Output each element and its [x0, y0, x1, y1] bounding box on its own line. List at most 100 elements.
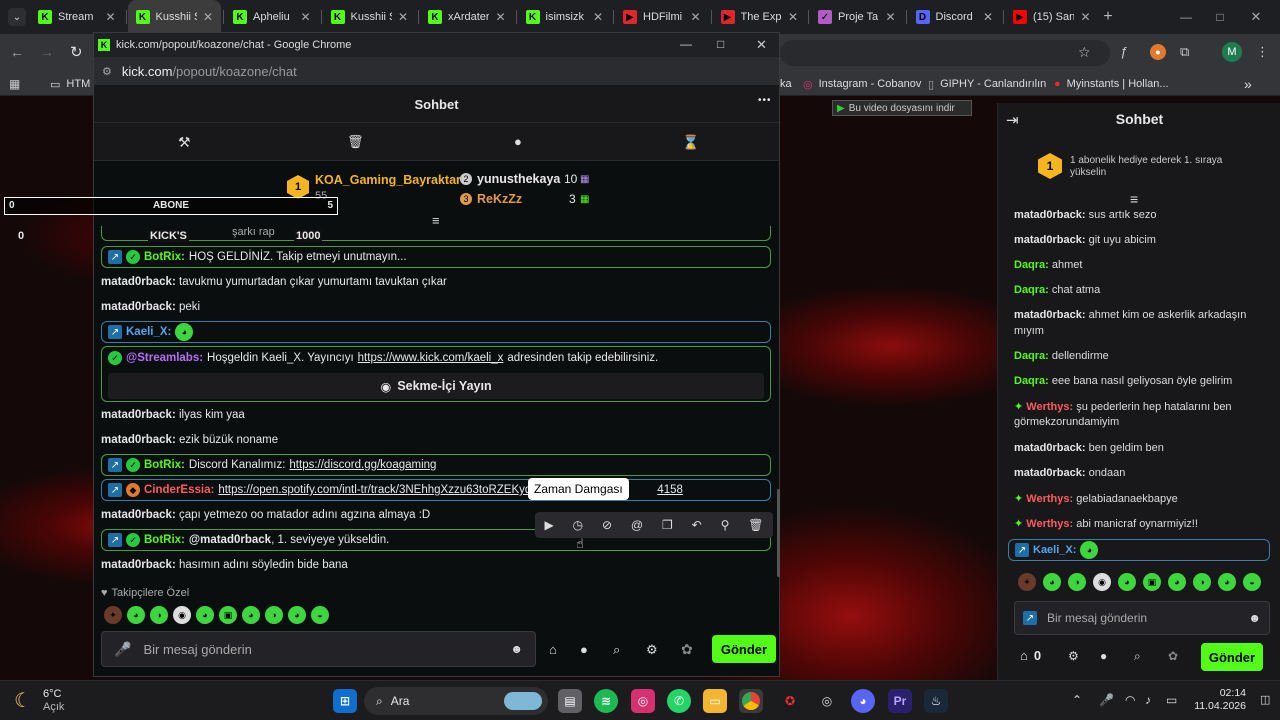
- clock[interactable]: 02:14 11.04.2026: [1192, 687, 1246, 713]
- hide-icon[interactable]: ⊘: [602, 518, 612, 532]
- site-info-icon[interactable]: ⚙: [102, 65, 112, 78]
- browser-tab[interactable]: ✓ Proje Ta ✕: [810, 0, 904, 34]
- side-chat-username[interactable]: Werthys:: [1026, 493, 1073, 505]
- browser-tab[interactable]: D Discord ✕: [908, 0, 1002, 34]
- tab-close-icon[interactable]: ✕: [788, 10, 798, 24]
- in-tab-stream-button[interactable]: ◉ Sekme-İçi Yayın: [108, 373, 764, 399]
- emote-icon[interactable]: ▣: [219, 606, 237, 624]
- side-chat-username[interactable]: Werthys:: [1026, 401, 1073, 413]
- emote-icon[interactable]: ◑: [265, 606, 283, 624]
- emote-icon[interactable]: ◕: [288, 606, 306, 624]
- bookmarks-more[interactable]: »: [1244, 72, 1252, 96]
- extension-fx-icon[interactable]: ƒ: [1120, 44, 1127, 59]
- emote-icon[interactable]: ◕: [196, 606, 214, 624]
- emote-icon[interactable]: ◒: [311, 606, 329, 624]
- emote-icon[interactable]: ◕: [1043, 573, 1061, 591]
- emote-icon[interactable]: ◕: [1168, 573, 1186, 591]
- tab-close-icon[interactable]: ✕: [105, 10, 115, 24]
- browser-tab[interactable]: K Kusshii S ✕: [323, 0, 417, 34]
- tab-close-icon[interactable]: ✕: [885, 10, 895, 24]
- spotify-link-tail[interactable]: 4158: [657, 484, 683, 496]
- tab-search-icon[interactable]: ⌄: [8, 8, 26, 26]
- second-gifter-name[interactable]: yunusthekaya: [477, 172, 560, 186]
- bookmark-star-icon[interactable]: ☆: [1078, 44, 1091, 61]
- close-window-icon[interactable]: ✕: [1246, 7, 1266, 27]
- emote-icon[interactable]: ◑: [1193, 573, 1211, 591]
- tab-close-icon[interactable]: ✕: [983, 10, 993, 24]
- trash-icon[interactable]: 🗑: [347, 134, 364, 150]
- riot-icon[interactable]: ✪: [778, 689, 802, 713]
- browser-tab[interactable]: ▶ The Exp ✕: [713, 0, 807, 34]
- copy-icon[interactable]: ❐: [662, 518, 673, 532]
- file-explorer-icon[interactable]: ▭: [703, 689, 727, 713]
- popup-minimize-icon[interactable]: —: [680, 37, 692, 51]
- minimize-icon[interactable]: —: [1176, 7, 1196, 27]
- chrome-menu-icon[interactable]: ⋮: [1256, 44, 1269, 60]
- steam-icon[interactable]: ♨: [924, 689, 948, 713]
- settings-icon[interactable]: ⚙: [646, 642, 658, 658]
- side-chat-username[interactable]: Werthys:: [1026, 518, 1073, 530]
- instagram-icon[interactable]: ◎: [631, 689, 655, 713]
- search-icon[interactable]: ⌕: [613, 642, 620, 658]
- popup-close-icon[interactable]: ✕: [756, 37, 767, 53]
- tab-close-icon[interactable]: ✕: [593, 10, 603, 24]
- premiere-icon[interactable]: Pr: [888, 689, 912, 713]
- bookmark-instagram[interactable]: ◎ Instagram - Cobanov: [803, 72, 921, 96]
- send-button[interactable]: Gönder: [712, 635, 776, 663]
- start-icon[interactable]: ⊞: [333, 689, 357, 713]
- emoji-icon[interactable]: ☻: [1248, 611, 1261, 625]
- spotify-icon[interactable]: ≋: [594, 689, 618, 713]
- notification-icon[interactable]: ◫: [1260, 693, 1270, 706]
- browser-tab[interactable]: ▶ (15) San ✕: [1005, 0, 1099, 34]
- side-chat-username[interactable]: matad0rback:: [1014, 234, 1086, 246]
- extensions-puzzle-icon[interactable]: ⧉: [1180, 44, 1189, 60]
- gift-icon[interactable]: ✿: [681, 641, 693, 658]
- tab-close-icon[interactable]: ✕: [398, 10, 408, 24]
- side-chat-username[interactable]: matad0rback:: [1014, 209, 1086, 221]
- side-chat-username[interactable]: Daqra:: [1014, 375, 1049, 387]
- tab-close-icon[interactable]: ✕: [1080, 10, 1090, 24]
- chat-bubble-icon[interactable]: ●: [580, 642, 588, 657]
- file-stack-icon[interactable]: ▤: [558, 689, 582, 713]
- mention-icon[interactable]: @: [631, 518, 643, 532]
- popup-url-bar[interactable]: ⚙ kick.com/popout/koazone/chat: [94, 57, 779, 85]
- top-gifter-name[interactable]: KOA_Gaming_Bayraktar: [315, 173, 461, 187]
- side-chat-username[interactable]: Daqra:: [1014, 350, 1049, 362]
- chat-bubble-icon[interactable]: ●: [514, 134, 522, 149]
- emote-icon[interactable]: ◉: [173, 606, 191, 624]
- forward-icon[interactable]: →: [40, 44, 54, 60]
- taskbar-search[interactable]: ⌕ Ara: [364, 687, 548, 715]
- extension-icon[interactable]: ●: [1150, 44, 1166, 60]
- side-chat-username[interactable]: matad0rback:: [1014, 467, 1086, 479]
- spotify-link[interactable]: https://open.spotify.com/intl-tr/track/3…: [218, 484, 531, 496]
- bookmark-myinstants[interactable]: ● Myinstants | Hollan...: [1054, 72, 1169, 96]
- emoji-icon[interactable]: ☻: [510, 642, 523, 656]
- emote-icon[interactable]: ✦: [104, 606, 122, 624]
- side-points[interactable]: ⌂ 0: [1020, 648, 1041, 663]
- side-chat-username[interactable]: Daqra:: [1014, 259, 1049, 271]
- kick-profile-link[interactable]: https://www.kick.com/kaeli_x: [358, 352, 504, 364]
- hammer-icon[interactable]: ⚒: [178, 134, 191, 151]
- side-chat-username[interactable]: matad0rback:: [1014, 309, 1086, 321]
- bookmark-giphy[interactable]: ▯ GIPHY - Canlandırılın: [928, 72, 1046, 96]
- settings-icon[interactable]: ⚙: [1068, 649, 1079, 663]
- search-icon[interactable]: ⌕: [1134, 649, 1141, 664]
- browser-tab[interactable]: Kisimsizk ✕: [518, 0, 612, 34]
- discord-icon[interactable]: ◕: [851, 689, 875, 713]
- chrome-icon[interactable]: [739, 689, 763, 713]
- clock-icon[interactable]: ◷: [573, 518, 583, 532]
- side-chat-username[interactable]: Daqra:: [1014, 284, 1049, 296]
- side-message-input[interactable]: ↗ Bir mesaj gönderin ☻: [1014, 601, 1270, 635]
- chat-menu-icon[interactable]: •••: [758, 95, 772, 106]
- message-input[interactable]: 🎤 Bir mesaj gönderin ☻: [101, 631, 536, 667]
- discord-link[interactable]: https://discord.gg/koagaming: [289, 459, 436, 471]
- expand-menu-icon[interactable]: ≡: [1130, 191, 1138, 207]
- tab-close-icon[interactable]: ✕: [300, 10, 310, 24]
- browser-tab[interactable]: ▶ HDFilmi ✕: [615, 0, 709, 34]
- popup-maximize-icon[interactable]: □: [717, 37, 724, 51]
- microphone-icon[interactable]: 🎤: [114, 641, 131, 658]
- new-tab-icon[interactable]: +: [1098, 7, 1118, 27]
- wifi-icon[interactable]: ◠: [1125, 693, 1135, 707]
- volume-icon[interactable]: ♪: [1145, 693, 1151, 707]
- store-icon[interactable]: ⌂: [549, 642, 557, 657]
